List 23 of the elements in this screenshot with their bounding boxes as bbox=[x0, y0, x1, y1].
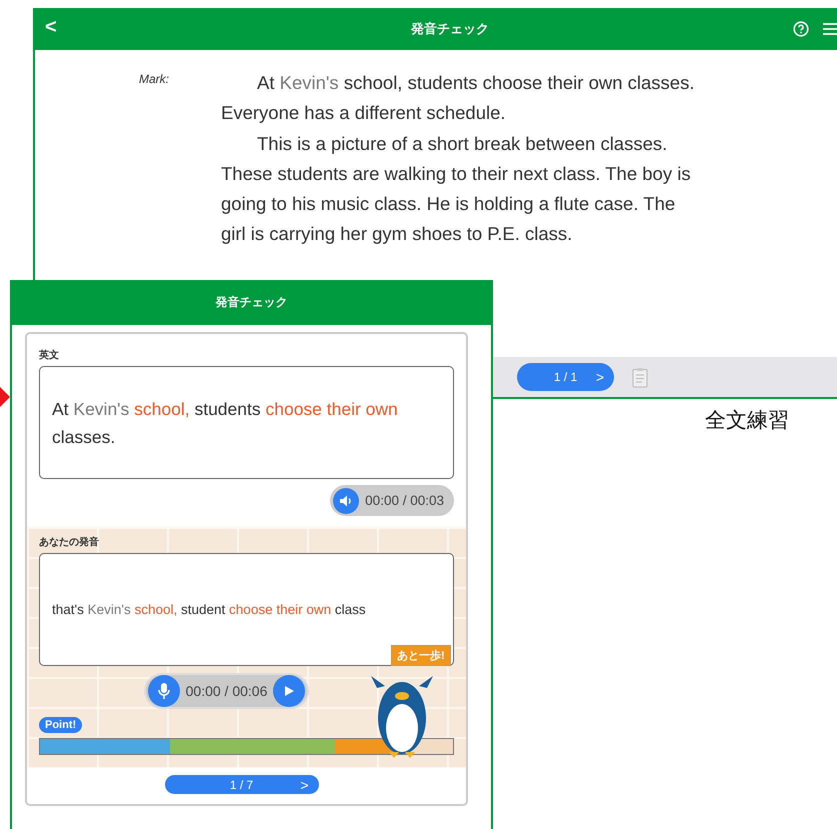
passage-paragraph: At Kevin's school, students choose their own classes. Everyone has a different schedule. bbox=[221, 71, 694, 126]
audio-player: 00:00 / 00:03 bbox=[330, 485, 454, 516]
caption-text: 全文練習 bbox=[705, 407, 789, 434]
microphone-icon[interactable] bbox=[148, 675, 180, 707]
speaker-icon[interactable] bbox=[333, 488, 360, 514]
pager-button[interactable]: 1 / 1 > bbox=[517, 363, 614, 391]
section-label: 英文 bbox=[39, 348, 60, 362]
help-icon[interactable] bbox=[793, 21, 809, 37]
speaker-label: Mark: bbox=[138, 71, 170, 86]
clipboard-icon[interactable] bbox=[632, 366, 648, 388]
back-button[interactable]: < bbox=[41, 16, 61, 39]
feedback-badge: あと一歩! bbox=[391, 645, 451, 666]
passage-paragraph: This is a picture of a short break between classes. These students are walking to their next class. The boy is going to his music class. He is holding a flute case. The girl is carrying her gym shoes to P.E. class. bbox=[221, 132, 692, 246]
window-title: 発音チェック bbox=[411, 20, 489, 38]
point-badge: Point! bbox=[39, 717, 82, 733]
window-title: 発音チェック bbox=[12, 280, 491, 325]
pager-button[interactable]: 1 / 7 > bbox=[164, 775, 318, 794]
section-label: あなたの発音 bbox=[39, 535, 100, 549]
model-sentence: At Kevin's school, students choose their own classes. bbox=[39, 366, 454, 479]
recorder-player: 00:00 / 00:06 bbox=[144, 673, 310, 709]
play-icon[interactable] bbox=[273, 675, 306, 707]
pointer-arrow bbox=[0, 387, 10, 407]
menu-icon[interactable] bbox=[823, 22, 837, 36]
